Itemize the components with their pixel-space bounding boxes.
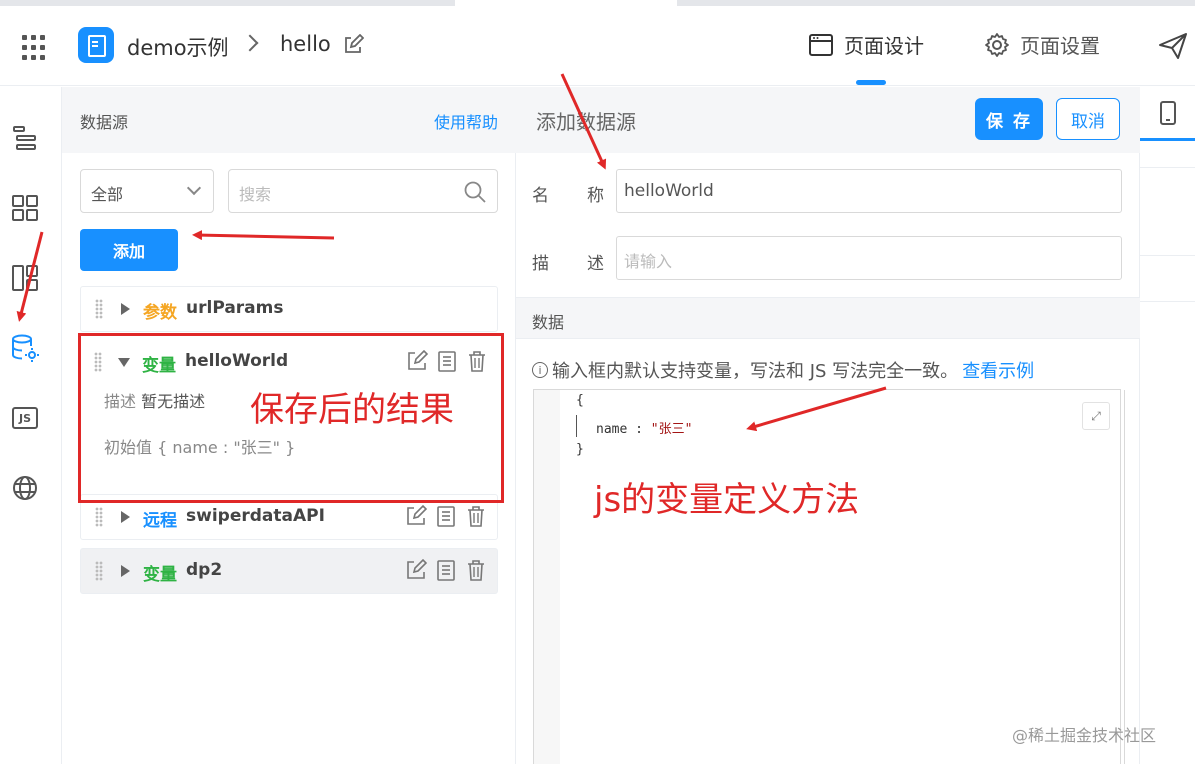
type-filter-select[interactable]: 全部 xyxy=(80,169,214,213)
editor-gutter xyxy=(534,390,560,764)
editor-scrollbar[interactable] xyxy=(1124,390,1130,764)
hint-text: i 输入框内默认支持变量，写法和 JS 写法完全一致。 查看示例 xyxy=(532,357,1034,383)
caret-right-icon[interactable] xyxy=(121,565,130,577)
code-key: name : xyxy=(596,422,651,437)
tab-label: 页面设计 xyxy=(844,34,924,58)
divider xyxy=(1140,301,1195,302)
copy-icon[interactable] xyxy=(435,559,457,581)
trash-icon[interactable] xyxy=(465,505,487,527)
app-name[interactable]: demo示例 xyxy=(127,32,229,62)
code-editor[interactable]: { name : "张三" } ⤢ xyxy=(533,389,1125,764)
gear-icon xyxy=(985,32,1009,57)
name-label-part: 称 xyxy=(587,186,604,206)
data-section-label: 数据 xyxy=(532,313,565,332)
tab-label: 页面设置 xyxy=(1020,34,1100,58)
js-icon-label: JS xyxy=(12,407,38,429)
form-header: 添加数据源 保 存 取消 xyxy=(516,87,1140,153)
cancel-button[interactable]: 取消 xyxy=(1056,98,1120,140)
divider xyxy=(1140,255,1195,256)
desc-label: 描 述 xyxy=(532,249,612,274)
hint-body: 输入框内默认支持变量，写法和 JS 写法完全一致。 xyxy=(552,361,959,382)
edit-icon[interactable] xyxy=(405,505,427,527)
list-item[interactable]: 变量 dp2 xyxy=(80,548,498,594)
name-field[interactable]: helloWorld xyxy=(616,169,1122,213)
item-type: 远程 xyxy=(143,511,177,531)
window-icon xyxy=(809,33,833,56)
data-section-header: 数据 xyxy=(516,297,1140,339)
active-tab-indicator xyxy=(856,80,886,85)
caret-right-icon[interactable] xyxy=(121,303,130,315)
app-logo-icon xyxy=(78,27,114,63)
item-name: swiperdataAPI xyxy=(186,506,325,526)
trash-icon[interactable] xyxy=(465,559,487,581)
search-placeholder: 搜索 xyxy=(239,185,272,204)
components-icon[interactable] xyxy=(10,193,40,223)
app-header: demo示例 hello 页面设计 页面设置 xyxy=(0,6,1195,86)
annotation-js-note: js的变量定义方法 xyxy=(594,480,860,520)
code-line: } xyxy=(576,442,584,457)
globe-icon[interactable] xyxy=(10,473,40,503)
search-icon xyxy=(464,181,486,203)
item-actions xyxy=(405,559,487,581)
device-panel xyxy=(1140,87,1195,764)
expand-icon[interactable]: ⤢ xyxy=(1082,402,1110,430)
publish-send-icon[interactable] xyxy=(1158,32,1188,64)
watermark: @稀土掘金技术社区 xyxy=(1012,726,1157,745)
edit-icon[interactable] xyxy=(405,559,427,581)
left-rail: JS xyxy=(0,87,62,764)
datasource-icon[interactable] xyxy=(10,333,40,363)
add-datasource-form: 添加数据源 保 存 取消 名 称 helloWorld 描 述 请输入 数据 i… xyxy=(516,87,1140,764)
drag-handle-icon[interactable] xyxy=(95,507,103,527)
add-button[interactable]: 添加 xyxy=(80,229,178,271)
save-button[interactable]: 保 存 xyxy=(975,98,1043,140)
annotation-result-note: 保存后的结果 xyxy=(250,390,454,430)
panel-title: 数据源 xyxy=(80,113,129,132)
description-field[interactable]: 请输入 xyxy=(616,236,1122,280)
item-type: 参数 xyxy=(143,303,177,323)
mobile-device-tab[interactable] xyxy=(1140,87,1195,141)
view-example-link[interactable]: 查看示例 xyxy=(962,357,1034,383)
layout-icon[interactable] xyxy=(10,263,40,293)
search-input[interactable]: 搜索 xyxy=(228,169,498,213)
outline-icon[interactable] xyxy=(10,123,40,153)
edit-icon[interactable] xyxy=(342,33,365,60)
item-name: urlParams xyxy=(186,298,284,318)
info-icon: i xyxy=(532,362,548,378)
drag-handle-icon[interactable] xyxy=(95,561,103,581)
tab-page-design[interactable]: 页面设计 xyxy=(808,30,924,59)
phone-icon xyxy=(1159,100,1176,125)
item-name: dp2 xyxy=(186,560,223,580)
caret-right-icon[interactable] xyxy=(121,511,130,523)
code-line: { xyxy=(576,393,584,408)
chevron-down-icon xyxy=(186,180,202,196)
name-label-part: 名 xyxy=(532,186,549,206)
desc-label-part: 述 xyxy=(587,254,604,274)
js-icon[interactable]: JS xyxy=(10,403,40,433)
list-item[interactable]: 参数 urlParams xyxy=(80,286,498,332)
copy-icon[interactable] xyxy=(435,505,457,527)
desc-label-part: 描 xyxy=(532,254,549,274)
page-name[interactable]: hello xyxy=(280,32,331,56)
datasource-panel-header: 数据源 使用帮助 xyxy=(62,87,516,153)
name-label: 名 称 xyxy=(532,181,612,206)
code-line: name : "张三" xyxy=(596,418,692,437)
item-actions xyxy=(405,505,487,527)
code-string: "张三" xyxy=(650,422,693,437)
form-title: 添加数据源 xyxy=(536,110,636,134)
drag-handle-icon[interactable] xyxy=(95,299,103,319)
filter-value: 全部 xyxy=(91,185,124,204)
apps-grid-icon[interactable] xyxy=(22,35,48,61)
divider xyxy=(1140,167,1195,168)
tab-page-settings[interactable]: 页面设置 xyxy=(984,30,1100,59)
item-type: 变量 xyxy=(143,565,177,585)
help-link[interactable]: 使用帮助 xyxy=(434,109,498,133)
chevron-right-icon xyxy=(241,34,259,52)
